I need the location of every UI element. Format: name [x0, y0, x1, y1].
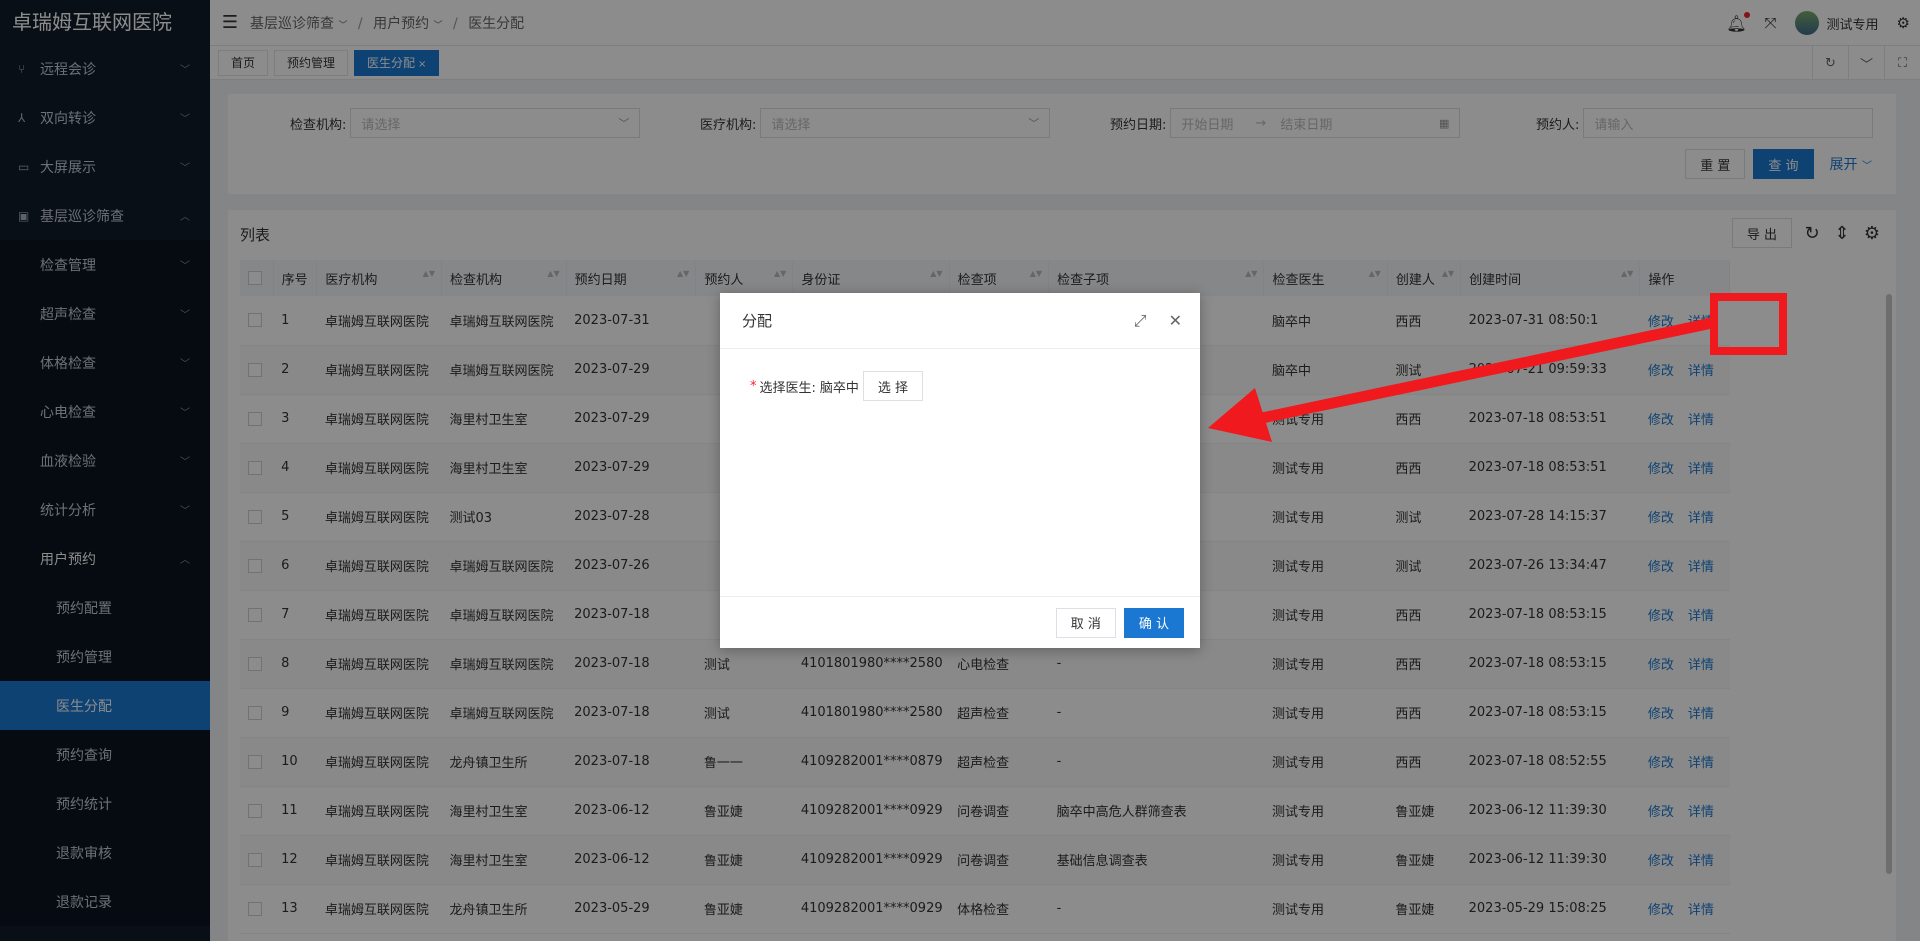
assign-modal: 分配 ⤢ ✕ * 选择医生: 脑卒中 选 择 取 消 确 认 [720, 293, 1200, 648]
modal-body: * 选择医生: 脑卒中 选 择 [720, 349, 1200, 401]
fullscreen-icon[interactable]: ⤢ [1134, 311, 1147, 331]
required-asterisk: * [750, 378, 757, 394]
confirm-button[interactable]: 确 认 [1123, 607, 1184, 638]
cancel-button[interactable]: 取 消 [1055, 607, 1116, 638]
close-icon[interactable]: ✕ [1169, 311, 1182, 331]
modal-footer: 取 消 确 认 [720, 596, 1200, 648]
annotation-highlight-box [1710, 293, 1787, 355]
modal-header: 分配 ⤢ ✕ [720, 293, 1200, 349]
doctor-field-label: 选择医生: [759, 380, 816, 396]
doctor-field-value: 脑卒中 [819, 380, 859, 396]
select-doctor-button[interactable]: 选 择 [862, 371, 924, 401]
modal-title: 分配 [742, 312, 773, 330]
modal-header-icons: ⤢ ✕ [1134, 311, 1182, 331]
